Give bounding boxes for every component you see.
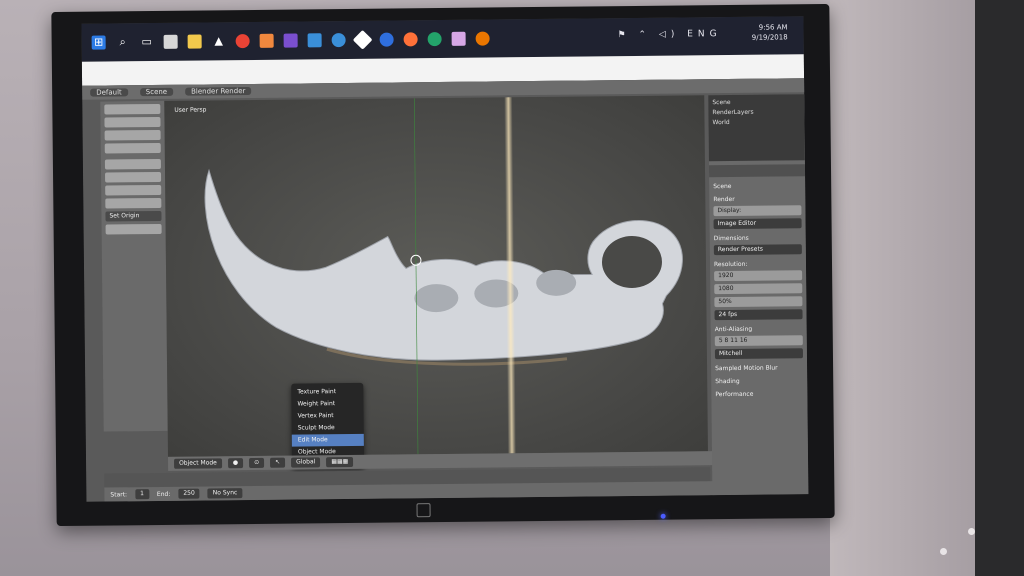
tool-button[interactable] (105, 184, 162, 196)
anti-aliasing-panel-header[interactable]: Anti-Aliasing (715, 325, 803, 333)
tool-shelf: Set Origin (100, 100, 168, 432)
app-icon[interactable] (307, 33, 322, 48)
manipulator-icon[interactable]: ↖ (270, 457, 286, 468)
system-tray-icons[interactable]: ⚑ ⌃ ◁) ENG (618, 29, 722, 40)
3d-viewport[interactable]: User Persp Texture Paint Weight Paint Ve… (164, 95, 708, 469)
render-engine-dropdown[interactable]: Blender Render (185, 86, 252, 96)
resolution-y-field[interactable]: 1080 (714, 283, 803, 295)
task-view-icon[interactable]: ▭ (140, 35, 154, 49)
tool-button[interactable] (104, 103, 161, 115)
app-icon[interactable] (259, 33, 274, 48)
sync-dropdown[interactable]: No Sync (207, 488, 243, 499)
outliner[interactable]: Scene RenderLayers World (708, 94, 805, 162)
mode-dropdown[interactable]: Object Mode (174, 458, 222, 469)
visual-studio-icon[interactable] (283, 33, 298, 48)
app-icon[interactable] (427, 32, 442, 47)
app-icon[interactable] (379, 32, 394, 47)
store-icon[interactable] (163, 34, 178, 49)
outliner-item[interactable]: World (712, 117, 800, 128)
timeline[interactable]: Start: 1 End: 250 No Sync (104, 467, 717, 502)
search-icon[interactable]: ⌕ (116, 35, 130, 49)
shading-panel-header[interactable]: Shading (715, 377, 803, 385)
app-icon[interactable] (331, 33, 346, 48)
end-frame-field[interactable]: 250 (178, 488, 200, 499)
render-presets-dropdown[interactable]: Render Presets (713, 244, 802, 256)
display-label: Display: (713, 205, 802, 217)
resolution-x-field[interactable]: 1920 (714, 270, 803, 282)
language-indicator[interactable]: ENG (687, 29, 722, 39)
scene-label: Scene (713, 182, 732, 191)
pin (940, 548, 947, 555)
menu-item-weight-paint[interactable]: Weight Paint (291, 398, 363, 411)
dark-doorway (975, 0, 1024, 576)
resolution-percent-field[interactable]: 50% (714, 296, 803, 308)
clock-date: 9/19/2018 (751, 33, 788, 42)
end-label: End: (156, 490, 171, 498)
start-label: Start: (110, 490, 128, 498)
aa-samples[interactable]: 5 8 11 16 (714, 335, 803, 347)
menu-item-vertex-paint[interactable]: Vertex Paint (292, 410, 364, 423)
start-frame-field[interactable]: 1 (135, 489, 149, 500)
clock[interactable]: 9:56 AM 9/19/2018 (752, 22, 788, 42)
resolution-label: Resolution: (713, 260, 748, 269)
tool-button[interactable] (104, 158, 161, 170)
tool-button[interactable] (104, 142, 161, 154)
app-icon[interactable]: ▲ (212, 34, 226, 48)
clock-time: 9:56 AM (758, 23, 788, 32)
properties-panel: Scene RenderLayers World Scene Render Di… (708, 94, 809, 496)
orientation-dropdown[interactable]: Global (291, 457, 321, 468)
monitor-screen: ⊞ ⌕ ▭ ▲ ⚑ ⌃ ◁) ENG 9:56 AM 9/19/2018 Def… (81, 16, 809, 502)
blender-icon[interactable] (475, 31, 490, 46)
menu-item-texture-paint[interactable]: Texture Paint (291, 386, 363, 399)
display-dropdown[interactable]: Image Editor (713, 218, 802, 230)
timeline-header: Start: 1 End: 250 No Sync (104, 481, 717, 502)
dimensions-panel-header[interactable]: Dimensions (714, 234, 802, 242)
layout-dropdown[interactable]: Default (90, 88, 128, 97)
start-icon[interactable]: ⊞ (91, 35, 106, 50)
power-led (660, 513, 666, 519)
wall-panel (830, 0, 975, 576)
layers-grid[interactable]: ▦▦▦ (326, 456, 354, 468)
render-panel-header[interactable]: Render (713, 195, 801, 203)
tool-button[interactable] (105, 197, 162, 209)
tool-button[interactable] (104, 116, 161, 128)
app-icon[interactable] (352, 29, 373, 50)
pin (968, 528, 975, 535)
frame-rate-dropdown[interactable]: 24 fps (714, 309, 803, 321)
file-explorer-icon[interactable] (187, 34, 202, 49)
monitor: ⊞ ⌕ ▭ ▲ ⚑ ⌃ ◁) ENG 9:56 AM 9/19/2018 Def… (51, 3, 835, 527)
properties-tabs[interactable] (708, 164, 806, 178)
monitor-logo-icon (416, 503, 431, 518)
menu-item-edit-mode[interactable]: Edit Mode (291, 433, 364, 447)
aa-filter-dropdown[interactable]: Mitchell (714, 348, 803, 360)
chrome-icon[interactable] (235, 34, 250, 49)
scene-dropdown[interactable]: Scene (139, 87, 174, 97)
tool-button[interactable] (105, 171, 162, 183)
app-icon[interactable] (451, 31, 466, 46)
pivot-dropdown[interactable]: ⊙ (249, 457, 265, 469)
menu-item-sculpt-mode[interactable]: Sculpt Mode (292, 422, 364, 435)
blender-window: Default Scene Blender Render Set Origin … (82, 78, 809, 502)
karambit-model[interactable] (164, 95, 708, 457)
tool-button[interactable] (105, 223, 162, 235)
tool-button[interactable] (104, 129, 161, 141)
motion-blur-panel-header[interactable]: Sampled Motion Blur (715, 364, 803, 373)
performance-panel-header[interactable]: Performance (715, 390, 803, 398)
firefox-icon[interactable] (403, 32, 418, 47)
shading-dropdown[interactable]: ● (227, 458, 244, 469)
set-origin-dropdown[interactable]: Set Origin (105, 210, 162, 222)
